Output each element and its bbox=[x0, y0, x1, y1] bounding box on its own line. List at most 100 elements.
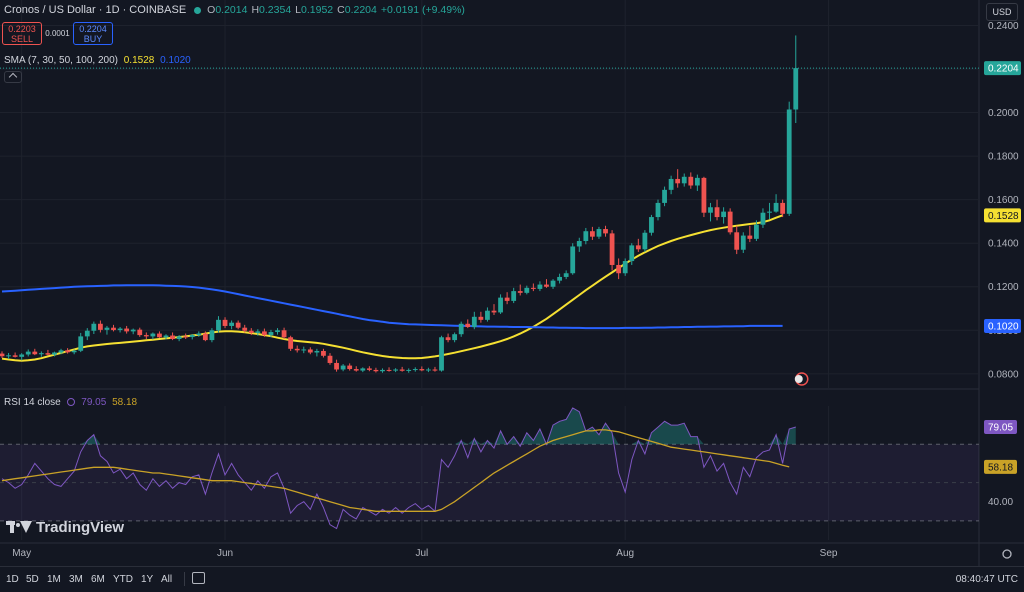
price-label-text: 0.1020 bbox=[988, 321, 1019, 332]
candle-body bbox=[649, 217, 654, 233]
symbol-title[interactable]: Cronos / US Dollar · 1D · COINBASE bbox=[4, 4, 186, 16]
price-tick-label: 0.1600 bbox=[988, 195, 1019, 206]
spread-value: 0.0001 bbox=[45, 29, 70, 38]
candle-body bbox=[622, 261, 628, 274]
chart-stage[interactable]: 0.08000.10000.12000.14000.16000.18000.20… bbox=[0, 0, 1024, 591]
tradingview-logo-icon bbox=[6, 520, 32, 535]
sma-value-1: 0.1528 bbox=[123, 55, 155, 66]
timeframe-1y[interactable]: 1Y bbox=[141, 574, 153, 585]
candle-body bbox=[176, 336, 182, 340]
candle-body bbox=[471, 316, 477, 328]
price-tick-label: 0.2400 bbox=[988, 21, 1019, 32]
candle-body bbox=[216, 319, 221, 331]
calendar-icon[interactable] bbox=[192, 572, 205, 584]
candle-body bbox=[32, 351, 38, 355]
timeframe-1m[interactable]: 1M bbox=[47, 574, 61, 585]
candle-body bbox=[163, 335, 169, 338]
time-tick-label: Jul bbox=[415, 548, 428, 559]
timeframe-all[interactable]: All bbox=[161, 574, 172, 585]
rsi-label-text: 58.18 bbox=[988, 462, 1013, 473]
candle-body bbox=[360, 368, 366, 371]
buy-label: BUY bbox=[83, 34, 103, 44]
candle-body bbox=[478, 316, 484, 320]
timeframe-1d[interactable]: 1D bbox=[6, 574, 19, 585]
ohlc-high: H0.2354 bbox=[251, 4, 292, 16]
timeframe-bar: 1D 5D 1M 3M 6M YTD 1Y All 08:40:47 UTC bbox=[0, 566, 1024, 592]
candle-body bbox=[281, 330, 287, 338]
candle-body bbox=[675, 178, 681, 184]
candle-body bbox=[242, 327, 248, 331]
candle-body bbox=[727, 211, 733, 233]
candle-body bbox=[740, 235, 746, 250]
candle-body bbox=[655, 202, 661, 218]
tradingview-logo: TradingView bbox=[6, 519, 124, 536]
sell-button[interactable]: 0.2203 SELL bbox=[2, 22, 42, 45]
candle-body bbox=[25, 351, 31, 355]
candle-body bbox=[386, 369, 392, 371]
candle-body bbox=[590, 231, 595, 237]
candle-body bbox=[150, 333, 156, 337]
timeframe-ytd[interactable]: YTD bbox=[113, 574, 133, 585]
price-tick-label: 0.1400 bbox=[988, 239, 1019, 250]
candle-body bbox=[229, 322, 234, 326]
candle-body bbox=[235, 322, 241, 328]
ohlc-close: C0.2204 bbox=[337, 4, 377, 16]
candle-body bbox=[143, 335, 149, 337]
symbol-header: Cronos / US Dollar · 1D · COINBASE O0.20… bbox=[4, 4, 469, 16]
time-tick-label: May bbox=[12, 548, 31, 559]
candle-body bbox=[537, 284, 543, 289]
candle-body bbox=[773, 202, 779, 212]
candle-body bbox=[307, 349, 313, 353]
candle-body bbox=[557, 276, 562, 281]
candle-body bbox=[721, 211, 726, 218]
candle-body bbox=[452, 334, 458, 341]
candle-body bbox=[321, 350, 326, 356]
candle-body bbox=[222, 319, 228, 326]
candle-body bbox=[603, 229, 608, 234]
sma-label: SMA (7, 30, 50, 100, 200) bbox=[4, 55, 118, 66]
rsi-value-2: 58.18 bbox=[112, 397, 138, 408]
candle-body bbox=[504, 297, 510, 301]
candle-body bbox=[754, 224, 759, 239]
candle-body bbox=[576, 241, 582, 247]
candle-body bbox=[406, 369, 412, 371]
utc-clock[interactable]: 08:40:47 UTC bbox=[956, 574, 1018, 585]
rsi-tick-label: 40.00 bbox=[988, 497, 1013, 508]
collapse-legend-icon[interactable] bbox=[4, 71, 22, 83]
candle-body bbox=[642, 232, 648, 250]
timeframe-5d[interactable]: 5D bbox=[26, 574, 39, 585]
timeframe-6m[interactable]: 6M bbox=[91, 574, 105, 585]
candle-body bbox=[445, 337, 451, 341]
candle-body bbox=[786, 109, 792, 214]
currency-selector[interactable]: USD bbox=[986, 3, 1018, 21]
sma-value-2: 0.1020 bbox=[160, 55, 191, 66]
timeframe-3m[interactable]: 3M bbox=[69, 574, 83, 585]
ohlc-open: O0.2014 bbox=[207, 4, 248, 16]
candle-body bbox=[52, 352, 57, 355]
rsi-legend[interactable]: RSI 14 close 79.05 58.18 bbox=[4, 397, 137, 408]
flag-icon bbox=[794, 375, 803, 383]
candle-body bbox=[78, 336, 84, 351]
candle-body bbox=[432, 369, 438, 371]
candle-body bbox=[530, 287, 536, 289]
candle-body bbox=[668, 178, 674, 190]
price-label-text: 0.1528 bbox=[988, 211, 1019, 222]
price-tick-label: 0.0800 bbox=[988, 369, 1019, 380]
candle-body bbox=[524, 287, 530, 293]
rsi-value-1: 79.05 bbox=[81, 397, 107, 408]
sma-legend[interactable]: SMA (7, 30, 50, 100, 200) 0.1528 0.1020 bbox=[4, 55, 191, 66]
buy-button[interactable]: 0.2204 BUY bbox=[73, 22, 113, 45]
candle-body bbox=[629, 245, 635, 262]
candle-body bbox=[19, 354, 25, 357]
candle-body bbox=[458, 323, 464, 335]
candle-body bbox=[157, 333, 162, 338]
market-status-icon bbox=[194, 6, 202, 14]
candle-body bbox=[353, 369, 359, 371]
candle-body bbox=[347, 365, 353, 370]
candle-body bbox=[498, 297, 503, 313]
chart-canvas[interactable]: 0.08000.10000.12000.14000.16000.18000.20… bbox=[0, 0, 1024, 591]
candle-body bbox=[635, 245, 641, 250]
candle-body bbox=[124, 328, 130, 332]
candle-body bbox=[701, 177, 707, 213]
candle-body bbox=[780, 202, 786, 214]
